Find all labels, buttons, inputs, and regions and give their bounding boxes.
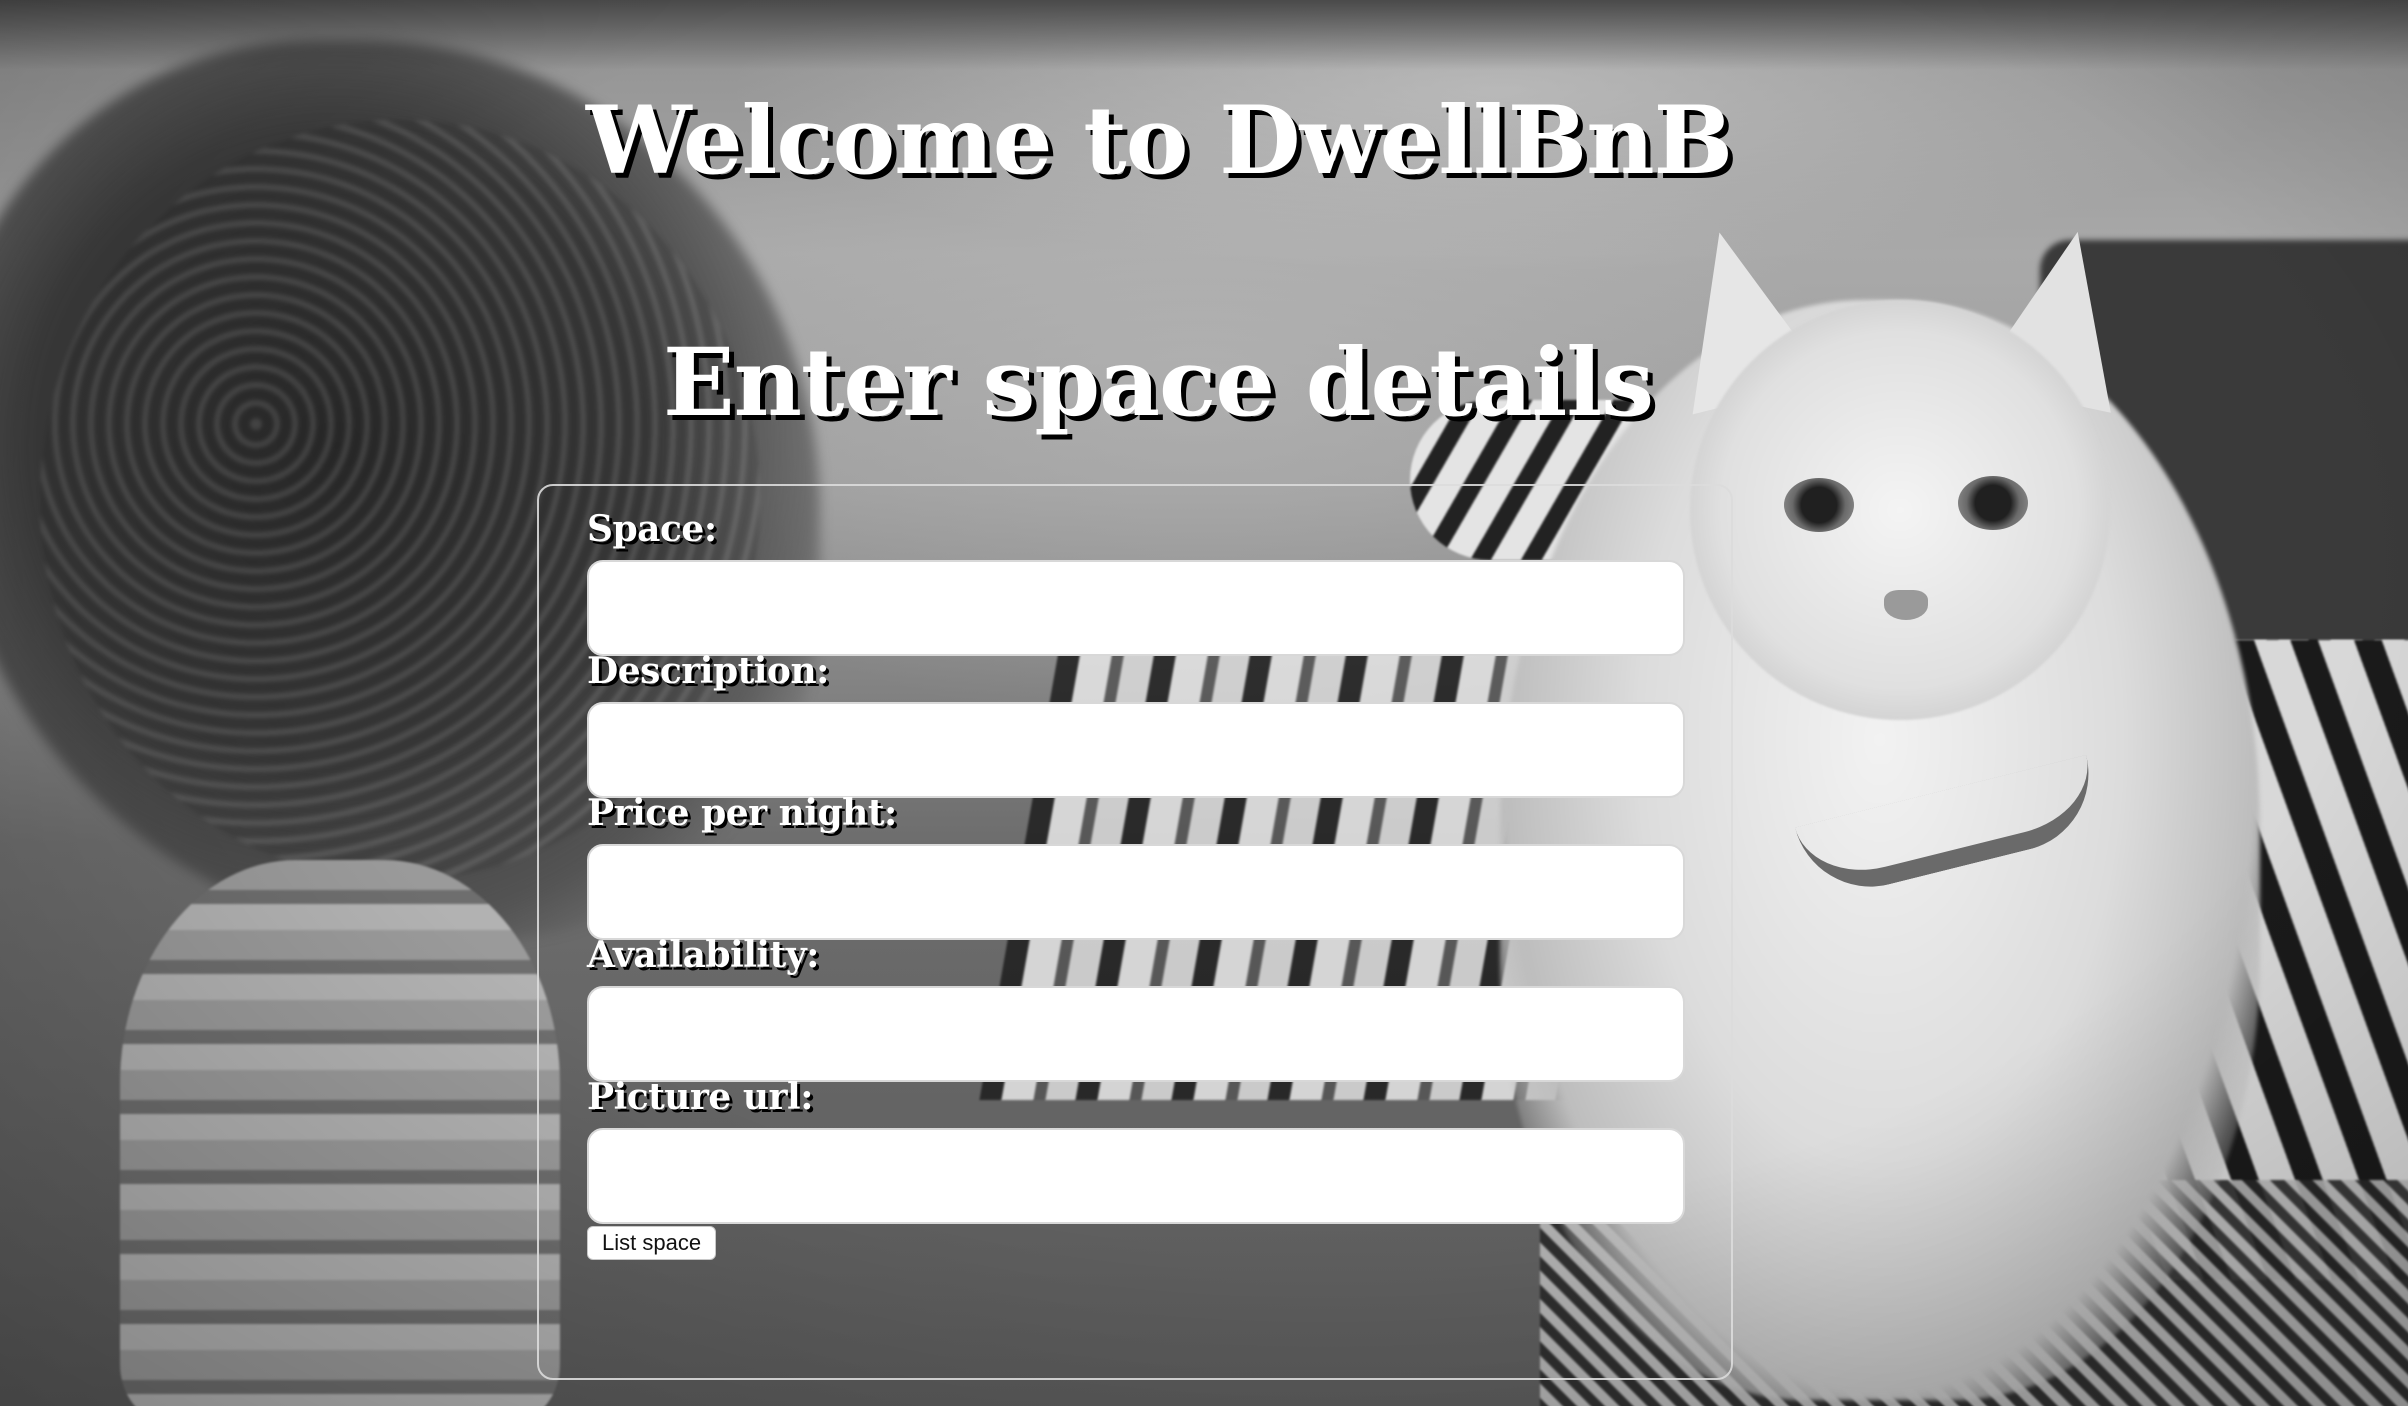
price-field-group: Price per night:	[587, 792, 1685, 940]
space-details-form: Space: Description: Price per night: Ava…	[537, 484, 1733, 1380]
space-input[interactable]	[587, 560, 1685, 656]
availability-input[interactable]	[587, 986, 1685, 1082]
list-space-button[interactable]: List space	[587, 1226, 717, 1260]
picture-url-input[interactable]	[587, 1128, 1685, 1224]
picture-url-label: Picture url:	[587, 1076, 813, 1118]
availability-label: Availability:	[587, 934, 819, 976]
description-label: Description:	[587, 650, 829, 692]
picture-url-field-group: Picture url:	[587, 1076, 1685, 1224]
description-field-group: Description:	[587, 650, 1685, 798]
space-label: Space:	[587, 508, 717, 550]
availability-field-group: Availability:	[587, 934, 1685, 1082]
page-title: Welcome to DwellBnB	[585, 86, 1733, 196]
price-per-night-label: Price per night:	[587, 792, 897, 834]
description-input[interactable]	[587, 702, 1685, 798]
space-field-group: Space:	[587, 508, 1685, 656]
price-per-night-input[interactable]	[587, 844, 1685, 940]
form-title: Enter space details	[663, 328, 1654, 438]
